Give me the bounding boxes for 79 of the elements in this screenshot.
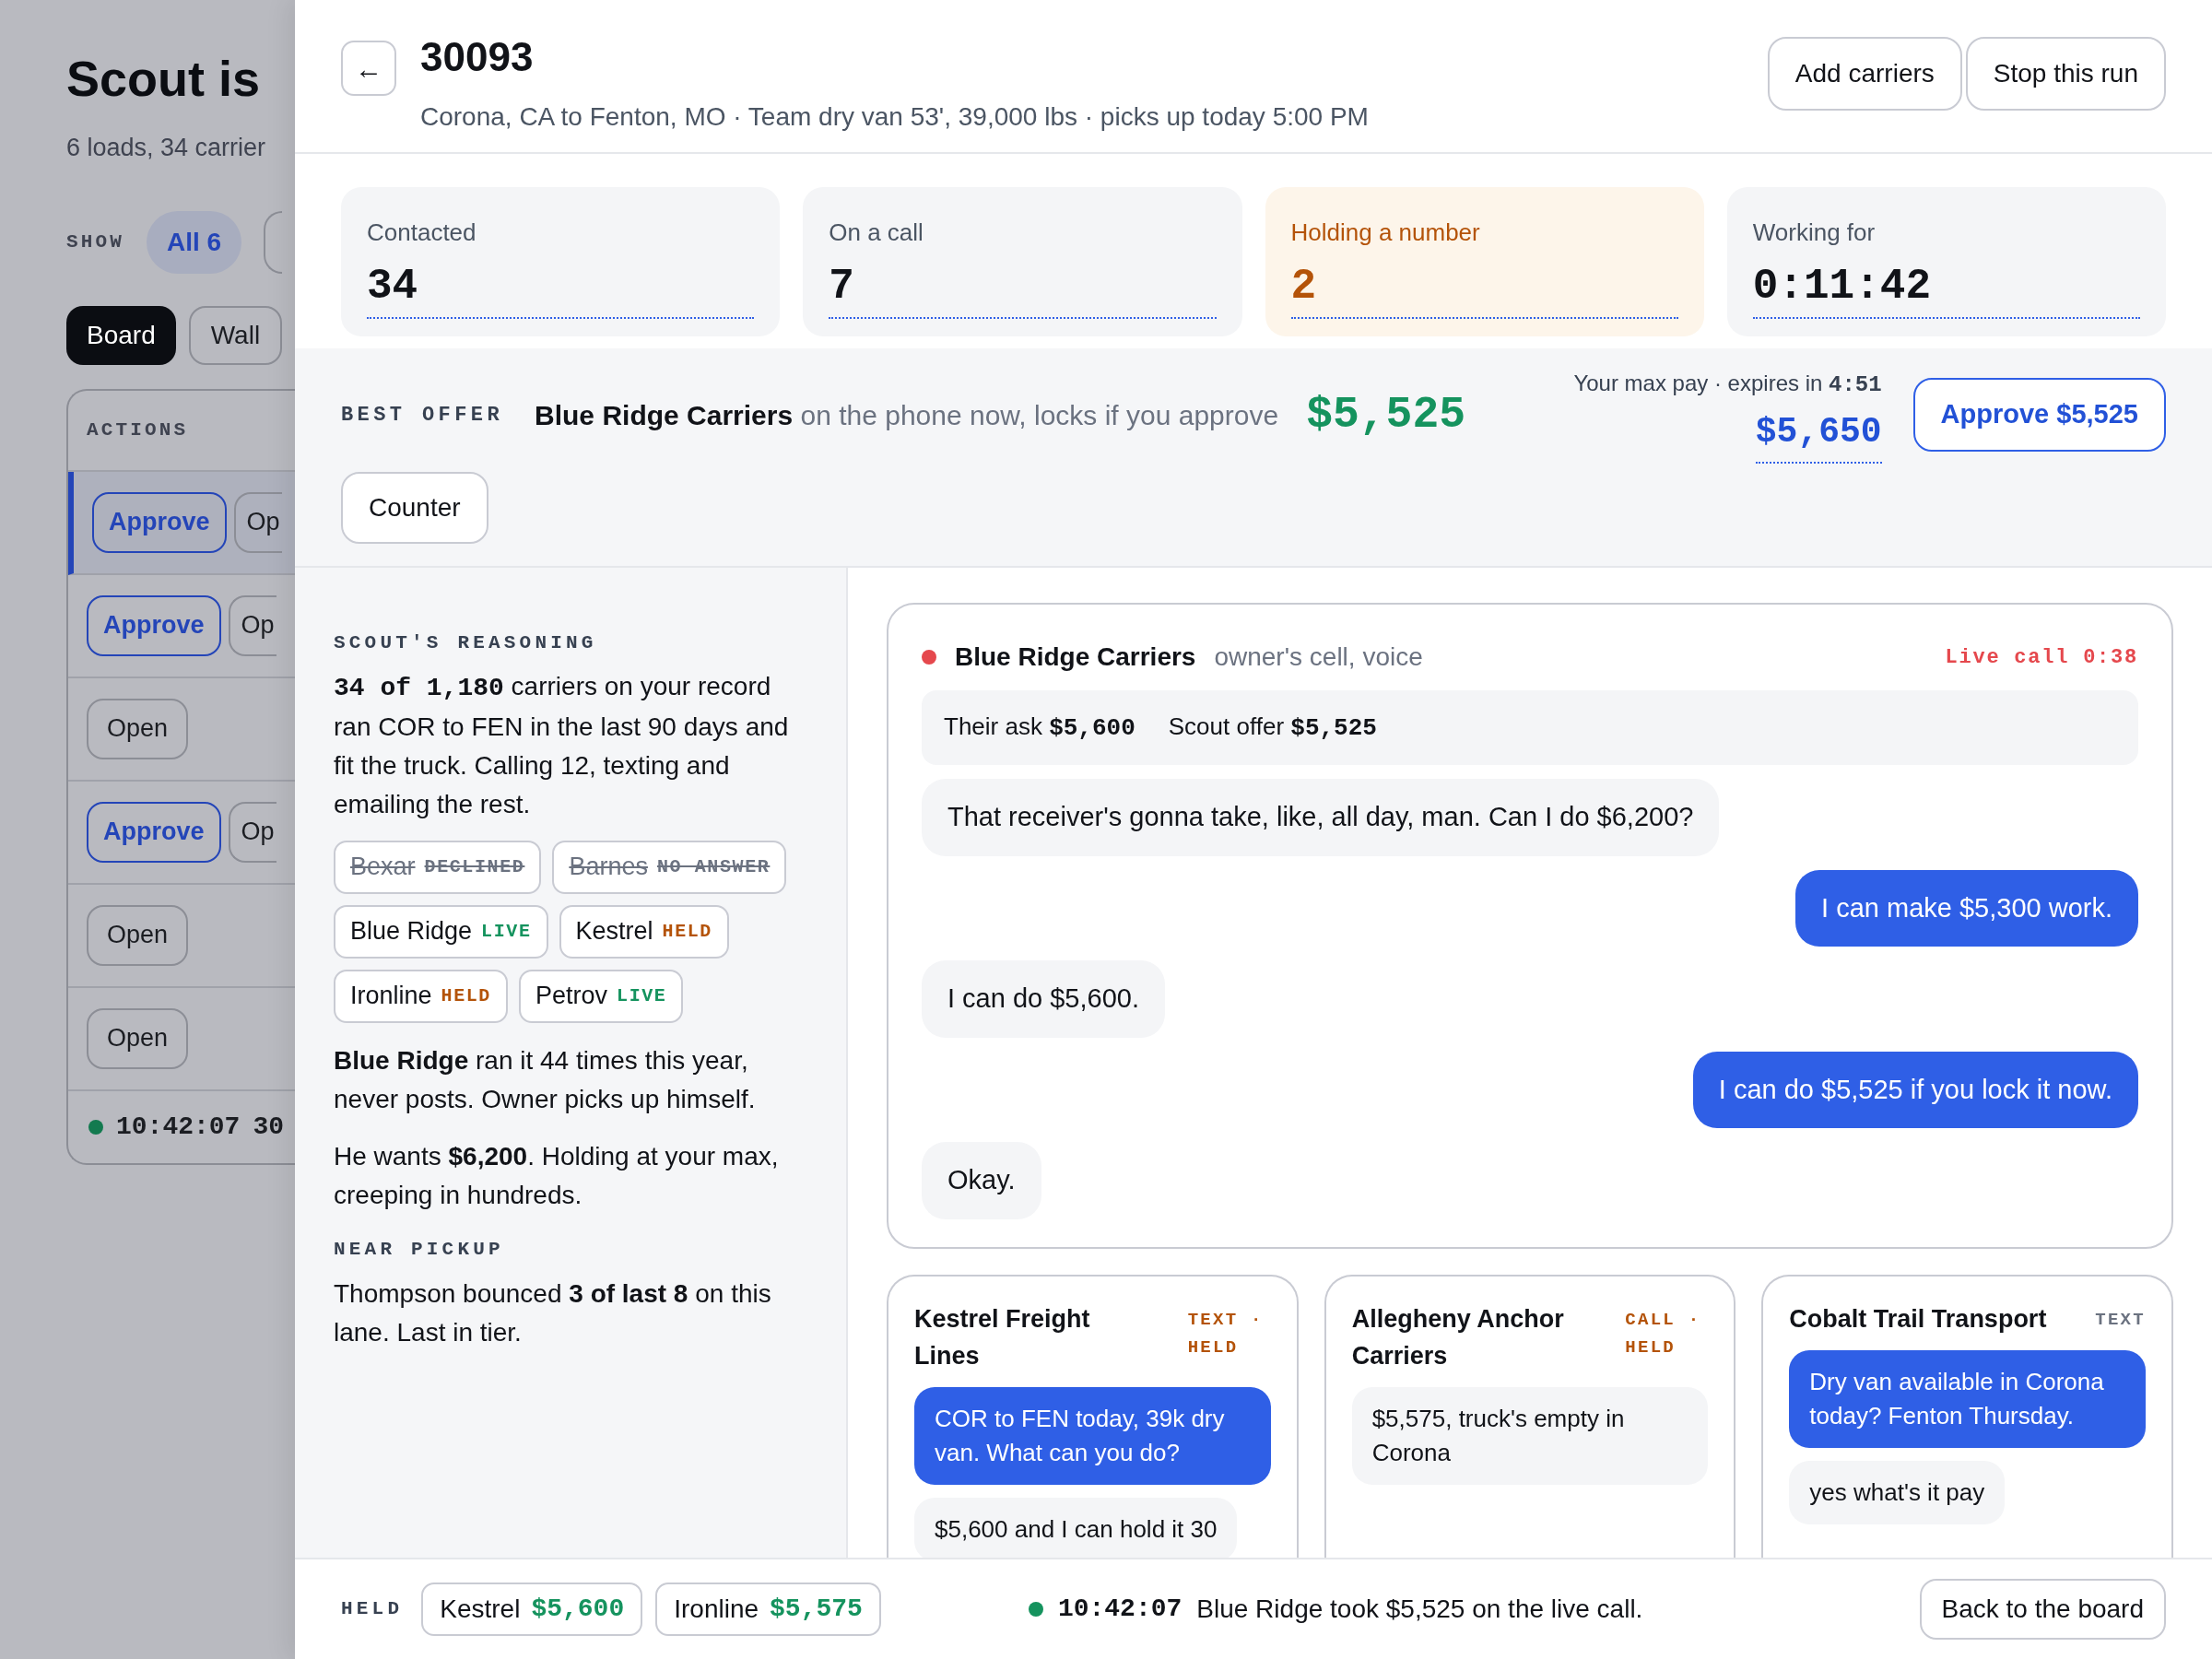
approve-button[interactable]: Approve bbox=[87, 594, 221, 656]
stat-value: 7 bbox=[829, 265, 1217, 319]
counter-button[interactable]: Counter bbox=[341, 472, 488, 544]
received-message: I can do $5,600. bbox=[922, 960, 1165, 1038]
stat-label: Contacted bbox=[367, 218, 477, 248]
open-button[interactable]: Open bbox=[87, 698, 189, 759]
pickup-note: Thompson bounced 3 of last 8 on this lane. Last in tier. bbox=[334, 1278, 772, 1348]
open-button[interactable]: Op bbox=[228, 594, 276, 656]
received-message: That receiver's gonna take, like, all day, man. Can I do $6,200? bbox=[922, 779, 1720, 856]
reasoning-note: Blue Ridge ran it 44 times this year, never posts. Owner picks up himself. bbox=[334, 1044, 757, 1115]
stat-value: 34 bbox=[367, 265, 755, 319]
section-heading: NEAR PICKUP bbox=[334, 1237, 505, 1262]
add-carriers-button[interactable]: Add carriers bbox=[1767, 37, 1962, 111]
sent-message: I can make $5,300 work. bbox=[1795, 869, 2138, 947]
stat-value: 2 bbox=[1290, 265, 1678, 319]
filter-chip[interactable] bbox=[264, 210, 283, 274]
max-pay-label: Your max pay · expires in 4:51 bbox=[1573, 369, 1882, 399]
open-button[interactable]: Op bbox=[228, 801, 276, 863]
ask-text: Their ask $5,600 bbox=[944, 712, 1135, 744]
approve-button[interactable]: Approve bbox=[87, 801, 221, 863]
filter-chip[interactable]: All 6 bbox=[147, 210, 242, 274]
back-to-board-button[interactable]: Back to the board bbox=[1919, 1579, 2166, 1640]
filter-label: SHOW bbox=[66, 229, 124, 254]
open-button[interactable]: Open bbox=[87, 904, 189, 966]
carrier-chip: Bexar DECLINED bbox=[334, 840, 542, 894]
call-channel: owner's cell, voice bbox=[1214, 641, 1423, 673]
received-message: yes what's it pay bbox=[1789, 1460, 2006, 1524]
carrier-chip: Blue Ridge LIVE bbox=[334, 904, 548, 959]
carrier-chip: Kestrel HELD bbox=[559, 904, 729, 959]
carrier-chip: Ironline HELD bbox=[334, 969, 508, 1023]
stop-run-button[interactable]: Stop this run bbox=[1965, 37, 2166, 111]
thread-tag: CALL · HELD bbox=[1625, 1305, 1709, 1361]
call-timer: Live call 0:38 bbox=[1945, 644, 2138, 671]
page-title: Scout is bbox=[66, 53, 262, 103]
event-text: Blue Ridge took $5,525 on the live call. bbox=[1196, 1594, 1643, 1625]
page-subtitle: 6 loads, 34 carrier bbox=[66, 133, 267, 163]
stat-label: On a call bbox=[829, 218, 924, 248]
load-route: Corona, CA to Fenton, MO · Team dry van 53', 39,000 lbs · picks up today 5:00 PM bbox=[420, 101, 1369, 133]
load-title: 30093 bbox=[420, 37, 535, 77]
stat-label: Working for bbox=[1752, 218, 1877, 248]
column-header: ACTIONS bbox=[87, 418, 189, 442]
approve-button[interactable]: Approve $5,525 bbox=[1912, 378, 2166, 452]
received-message: Okay. bbox=[922, 1142, 1041, 1219]
view-toggle[interactable]: Wall bbox=[188, 305, 283, 365]
sent-message: Dry van available in Corona today? Fenton Thursday. bbox=[1789, 1349, 2146, 1448]
offer-text: Scout offer $5,525 bbox=[1168, 712, 1377, 744]
best-offer-text: Blue Ridge Carriers on the phone now, locks if you approve bbox=[535, 398, 1279, 432]
carrier-chip: Petrov LIVE bbox=[519, 969, 684, 1023]
log-text: 30 bbox=[253, 1111, 285, 1143]
section-heading: SCOUT'S REASONING bbox=[334, 631, 598, 655]
back-button[interactable]: ← bbox=[341, 41, 396, 96]
thread-carrier: Allegheny Anchor Carriers bbox=[1351, 1303, 1565, 1371]
reasoning-text: 34 of 1,180 carriers on your record ran COR to FEN in the last 90 days and fit the truck. Calling 12, texting and emailing the rest. bbox=[334, 670, 790, 820]
thread-carrier: Kestrel Freight Lines bbox=[914, 1303, 1091, 1371]
sent-message: COR to FEN today, 39k dry van. What can you do? bbox=[914, 1386, 1271, 1485]
held-label: HELD bbox=[341, 1597, 404, 1622]
received-message: $5,575, truck's empty in Corona bbox=[1351, 1386, 1709, 1485]
thread-carrier: Cobalt Trail Transport bbox=[1789, 1303, 2047, 1335]
stat-value: 0:11:42 bbox=[1752, 265, 2140, 319]
received-message: $5,600 and I can hold it 30 bbox=[914, 1497, 1238, 1558]
open-button[interactable]: Open bbox=[87, 1007, 189, 1069]
offer-amount: $5,525 bbox=[1306, 389, 1465, 441]
stat-label: Holding a number bbox=[1290, 218, 1481, 248]
carrier-name: Blue Ridge Carriers bbox=[955, 641, 1196, 673]
held-chip: Kestrel $5,600 bbox=[421, 1583, 643, 1636]
thread-tag: TEXT · HELD bbox=[1187, 1305, 1271, 1361]
carrier-chip: Barnes NO ANSWER bbox=[552, 840, 787, 894]
reasoning-note: He wants $6,200. Holding at your max, creeping in hundreds. bbox=[334, 1140, 780, 1211]
table-row[interactable]: Approve Op bbox=[68, 471, 295, 575]
log-time: 10:42:07 bbox=[116, 1111, 241, 1143]
max-pay-amount: $5,650 bbox=[1755, 405, 1882, 464]
held-chip: Ironline $5,575 bbox=[655, 1583, 881, 1636]
thread-tag: TEXT bbox=[2095, 1305, 2146, 1334]
best-offer-label: BEST OFFER bbox=[341, 402, 504, 429]
open-button[interactable]: Op bbox=[233, 491, 282, 553]
approve-button[interactable]: Approve bbox=[92, 491, 227, 553]
view-toggle[interactable]: Board bbox=[66, 305, 176, 365]
sent-message: I can do $5,525 if you lock it now. bbox=[1692, 1051, 2138, 1128]
event-time: 10:42:07 bbox=[1057, 1594, 1182, 1625]
